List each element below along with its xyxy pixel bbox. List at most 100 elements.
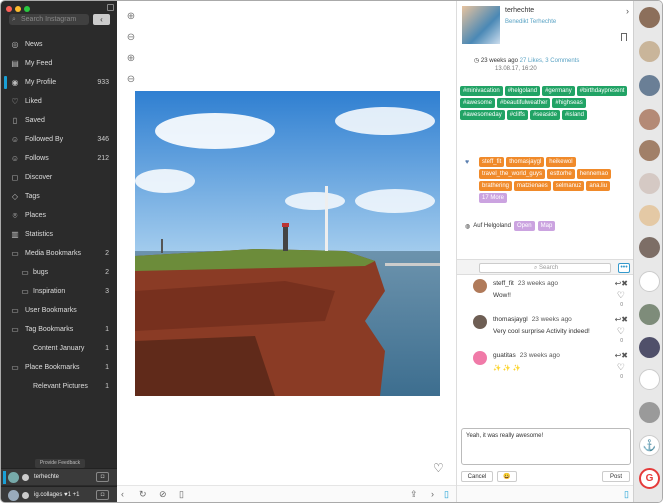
delete-icon[interactable]: ✖	[621, 315, 628, 324]
tagged-user[interactable]: travel_the_world_guys	[479, 169, 546, 179]
sidebar-item-news[interactable]: ◎ News	[1, 35, 117, 54]
hashtag[interactable]: #cliffs	[506, 110, 528, 120]
sidebar-item-follows[interactable]: ☺ Follows 212	[1, 149, 117, 168]
account-ig-collages[interactable]: ig.collages ♥1 +1 ◘	[1, 486, 117, 502]
hashtag[interactable]: #awesome	[460, 98, 496, 108]
post-username[interactable]: terhechte	[505, 7, 534, 14]
hashtag[interactable]: #germany	[542, 86, 575, 96]
sidebar-toggle-icon[interactable]	[107, 4, 114, 11]
avatar[interactable]	[473, 351, 487, 365]
hashtag[interactable]: #island	[561, 110, 587, 120]
forward-chevron-icon[interactable]: ›	[431, 489, 434, 499]
avatar[interactable]	[639, 205, 660, 226]
bookmark-icon[interactable]	[621, 33, 627, 41]
provide-feedback-button[interactable]: Provide Feedback	[35, 459, 85, 468]
hashtag[interactable]: #seaside	[529, 110, 560, 120]
search-input[interactable]: ⌕ Search Instagram	[9, 14, 89, 25]
post-photo[interactable]	[135, 91, 440, 396]
tagged-user[interactable]: esttorhe	[547, 169, 575, 179]
heart-icon[interactable]: ♡	[617, 362, 625, 373]
comment-user[interactable]: guatitas	[493, 352, 516, 359]
minimize-window-button[interactable]	[15, 6, 21, 12]
avatar[interactable]	[639, 237, 660, 258]
close-window-button[interactable]	[6, 6, 12, 12]
profile-photo[interactable]	[462, 6, 500, 44]
sidebar-item-saved[interactable]: ▯ Saved	[1, 111, 117, 130]
avatar[interactable]	[639, 369, 660, 390]
tagged-user[interactable]: hennemao	[576, 169, 612, 179]
sidebar-item-relevant-pictures[interactable]: Relevant Pictures 1	[1, 377, 117, 396]
camera-icon[interactable]: ◘	[96, 490, 109, 500]
sidebar-item-statistics[interactable]: ▥ Statistics	[1, 225, 117, 244]
g-logo-icon[interactable]: G	[639, 468, 660, 489]
avatar[interactable]	[639, 173, 660, 194]
back-button[interactable]: ‹	[93, 14, 110, 25]
tagged-user[interactable]: thomasjaygl	[506, 157, 545, 167]
heart-icon[interactable]: ♡	[617, 290, 625, 301]
account-terhechte[interactable]: terhechte ◘	[1, 468, 117, 485]
camera-icon[interactable]: ◘	[96, 472, 109, 482]
post-fullname[interactable]: Benedikt Terhechte	[505, 19, 556, 25]
comment-user[interactable]: thomasjaygl	[493, 316, 528, 323]
zoom-window-button[interactable]	[24, 6, 30, 12]
more-users-button[interactable]: 17 More	[479, 193, 508, 203]
panel-toggle-icon[interactable]: ▯	[444, 489, 449, 500]
hashtag[interactable]: #awesomeday	[460, 110, 505, 120]
avatar[interactable]	[473, 315, 487, 329]
cancel-button[interactable]: Cancel	[461, 471, 493, 482]
tagged-user[interactable]: steff_fit	[479, 157, 505, 167]
share-icon[interactable]: ⇪	[410, 489, 418, 500]
sidebar-item-content-january[interactable]: Content January 1	[1, 339, 117, 358]
hashtag[interactable]: #minivacation	[460, 86, 503, 96]
sidebar-item-place-bookmarks[interactable]: ▭ Place Bookmarks 1	[1, 358, 117, 377]
avatar[interactable]	[639, 75, 660, 96]
tagged-user[interactable]: selmanuz	[552, 181, 585, 191]
avatar[interactable]	[639, 402, 660, 423]
tagged-user[interactable]: heikewol	[546, 157, 576, 167]
emoji-button[interactable]: 😀	[497, 471, 517, 482]
likes-comments-link[interactable]: 27 Likes, 3 Comments	[520, 58, 580, 64]
avatar[interactable]	[639, 337, 660, 358]
sidebar-item-my-profile[interactable]: ◉ My Profile 933	[1, 73, 117, 92]
heart-icon[interactable]: ♡	[617, 326, 625, 337]
zoom-in-icon[interactable]: ⊕	[125, 11, 137, 23]
open-location-button[interactable]: Open	[513, 221, 535, 231]
hashtag[interactable]: #helgoland	[504, 86, 541, 96]
bookmark-icon[interactable]: ▯	[179, 489, 184, 500]
tagged-user[interactable]: brathering	[479, 181, 513, 191]
sidebar-item-followed-by[interactable]: ☺ Followed By 346	[1, 130, 117, 149]
avatar[interactable]	[639, 41, 660, 62]
avatar[interactable]	[473, 279, 487, 293]
like-heart-icon[interactable]: ♡	[433, 461, 444, 475]
sidebar-item-discover[interactable]: ◻ Discover	[1, 168, 117, 187]
sidebar-item-tags[interactable]: ◇ Tags	[1, 187, 117, 206]
refresh-icon[interactable]: ↻	[139, 489, 147, 500]
hashtag[interactable]: #beautifulweather	[497, 98, 551, 108]
zoom-actual-icon[interactable]: ⊖	[125, 74, 137, 86]
apple-logo-icon[interactable]	[639, 271, 660, 292]
reply-textarea[interactable]: Yeah, it was really awesome!	[461, 428, 631, 465]
hashtag[interactable]: #birthdaypresent	[576, 86, 628, 96]
back-chevron-icon[interactable]: ‹	[121, 489, 124, 499]
sidebar-item-user-bookmarks[interactable]: ▭ User Bookmarks	[1, 301, 117, 320]
sidebar-item-my-feed[interactable]: ▤ My Feed	[1, 54, 117, 73]
tagged-user[interactable]: ana.liu	[586, 181, 611, 191]
avatar[interactable]	[639, 304, 660, 325]
tagged-user[interactable]: matzienaes	[514, 181, 551, 191]
comment-search-input[interactable]: ⌕ Search	[479, 263, 611, 273]
zoom-out-icon[interactable]: ⊖	[125, 32, 137, 44]
delete-icon[interactable]: ✖	[621, 279, 628, 288]
hashtag[interactable]: #highseas	[552, 98, 586, 108]
sidebar-item-inspiration[interactable]: ▭ Inspiration 3	[1, 282, 117, 301]
avatar[interactable]	[639, 109, 660, 130]
sidebar-item-liked[interactable]: ♡ Liked	[1, 92, 117, 111]
avatar[interactable]	[639, 7, 660, 28]
chevron-right-icon[interactable]: ›	[626, 6, 629, 16]
avatar[interactable]	[639, 140, 660, 161]
comment-user[interactable]: steff_fit	[493, 280, 514, 287]
zoom-fit-icon[interactable]: ⊕	[125, 53, 137, 65]
post-button[interactable]: Post	[602, 471, 630, 482]
map-button[interactable]: Map	[537, 221, 556, 231]
more-options-icon[interactable]: •••	[618, 263, 630, 273]
delete-icon[interactable]: ✖	[621, 351, 628, 360]
